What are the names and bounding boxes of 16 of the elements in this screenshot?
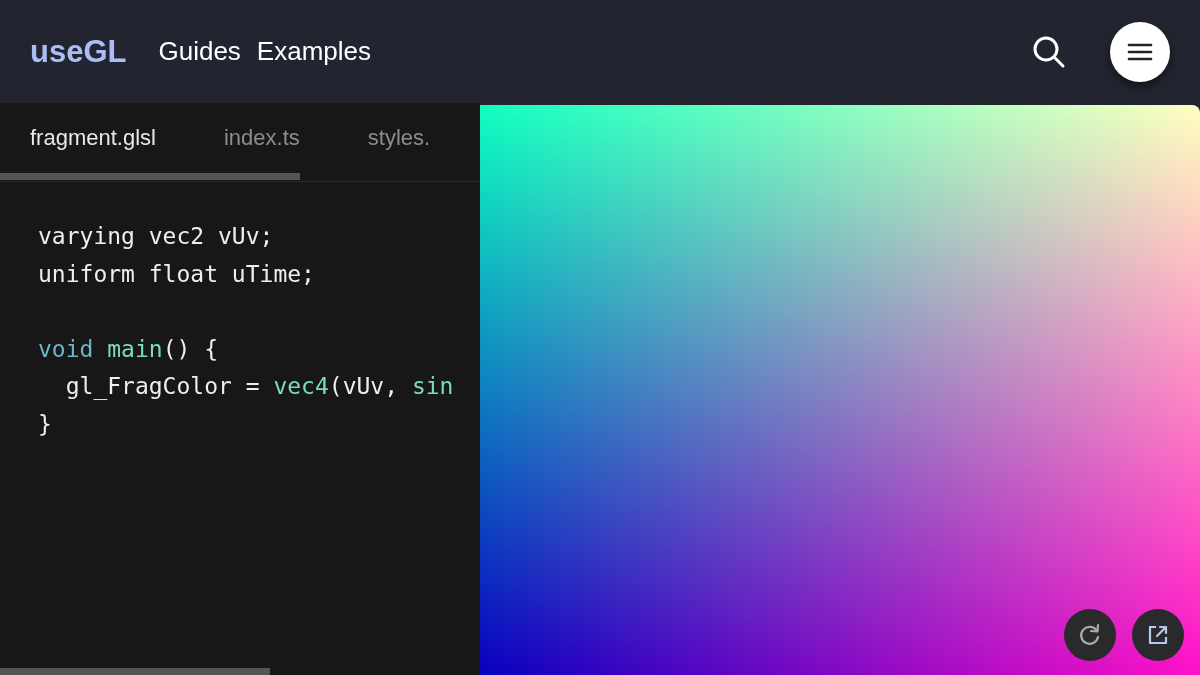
file-tab[interactable]: styles. xyxy=(367,125,431,151)
menu-icon xyxy=(1127,42,1153,61)
code-line: varying vec2 vUv; xyxy=(38,222,274,251)
scrollbar-thumb[interactable] xyxy=(0,668,270,675)
code-line: void main() { xyxy=(38,334,218,364)
file-tab[interactable]: index.ts xyxy=(223,125,300,151)
search-icon[interactable] xyxy=(1032,34,1066,69)
scrollbar-thumb[interactable] xyxy=(0,173,300,180)
code-line: } xyxy=(38,409,52,439)
nav-link[interactable]: Examples xyxy=(256,36,371,67)
menu-button[interactable] xyxy=(1110,21,1170,82)
nav-link[interactable]: Guides xyxy=(158,36,241,67)
file-tab[interactable]: fragment.glsl xyxy=(30,125,156,151)
code-line: gl_FragColor = vec4(vUv, sin xyxy=(64,372,454,402)
logo[interactable]: useGL xyxy=(30,33,127,70)
code-line: uniform float uTime; xyxy=(38,259,315,289)
